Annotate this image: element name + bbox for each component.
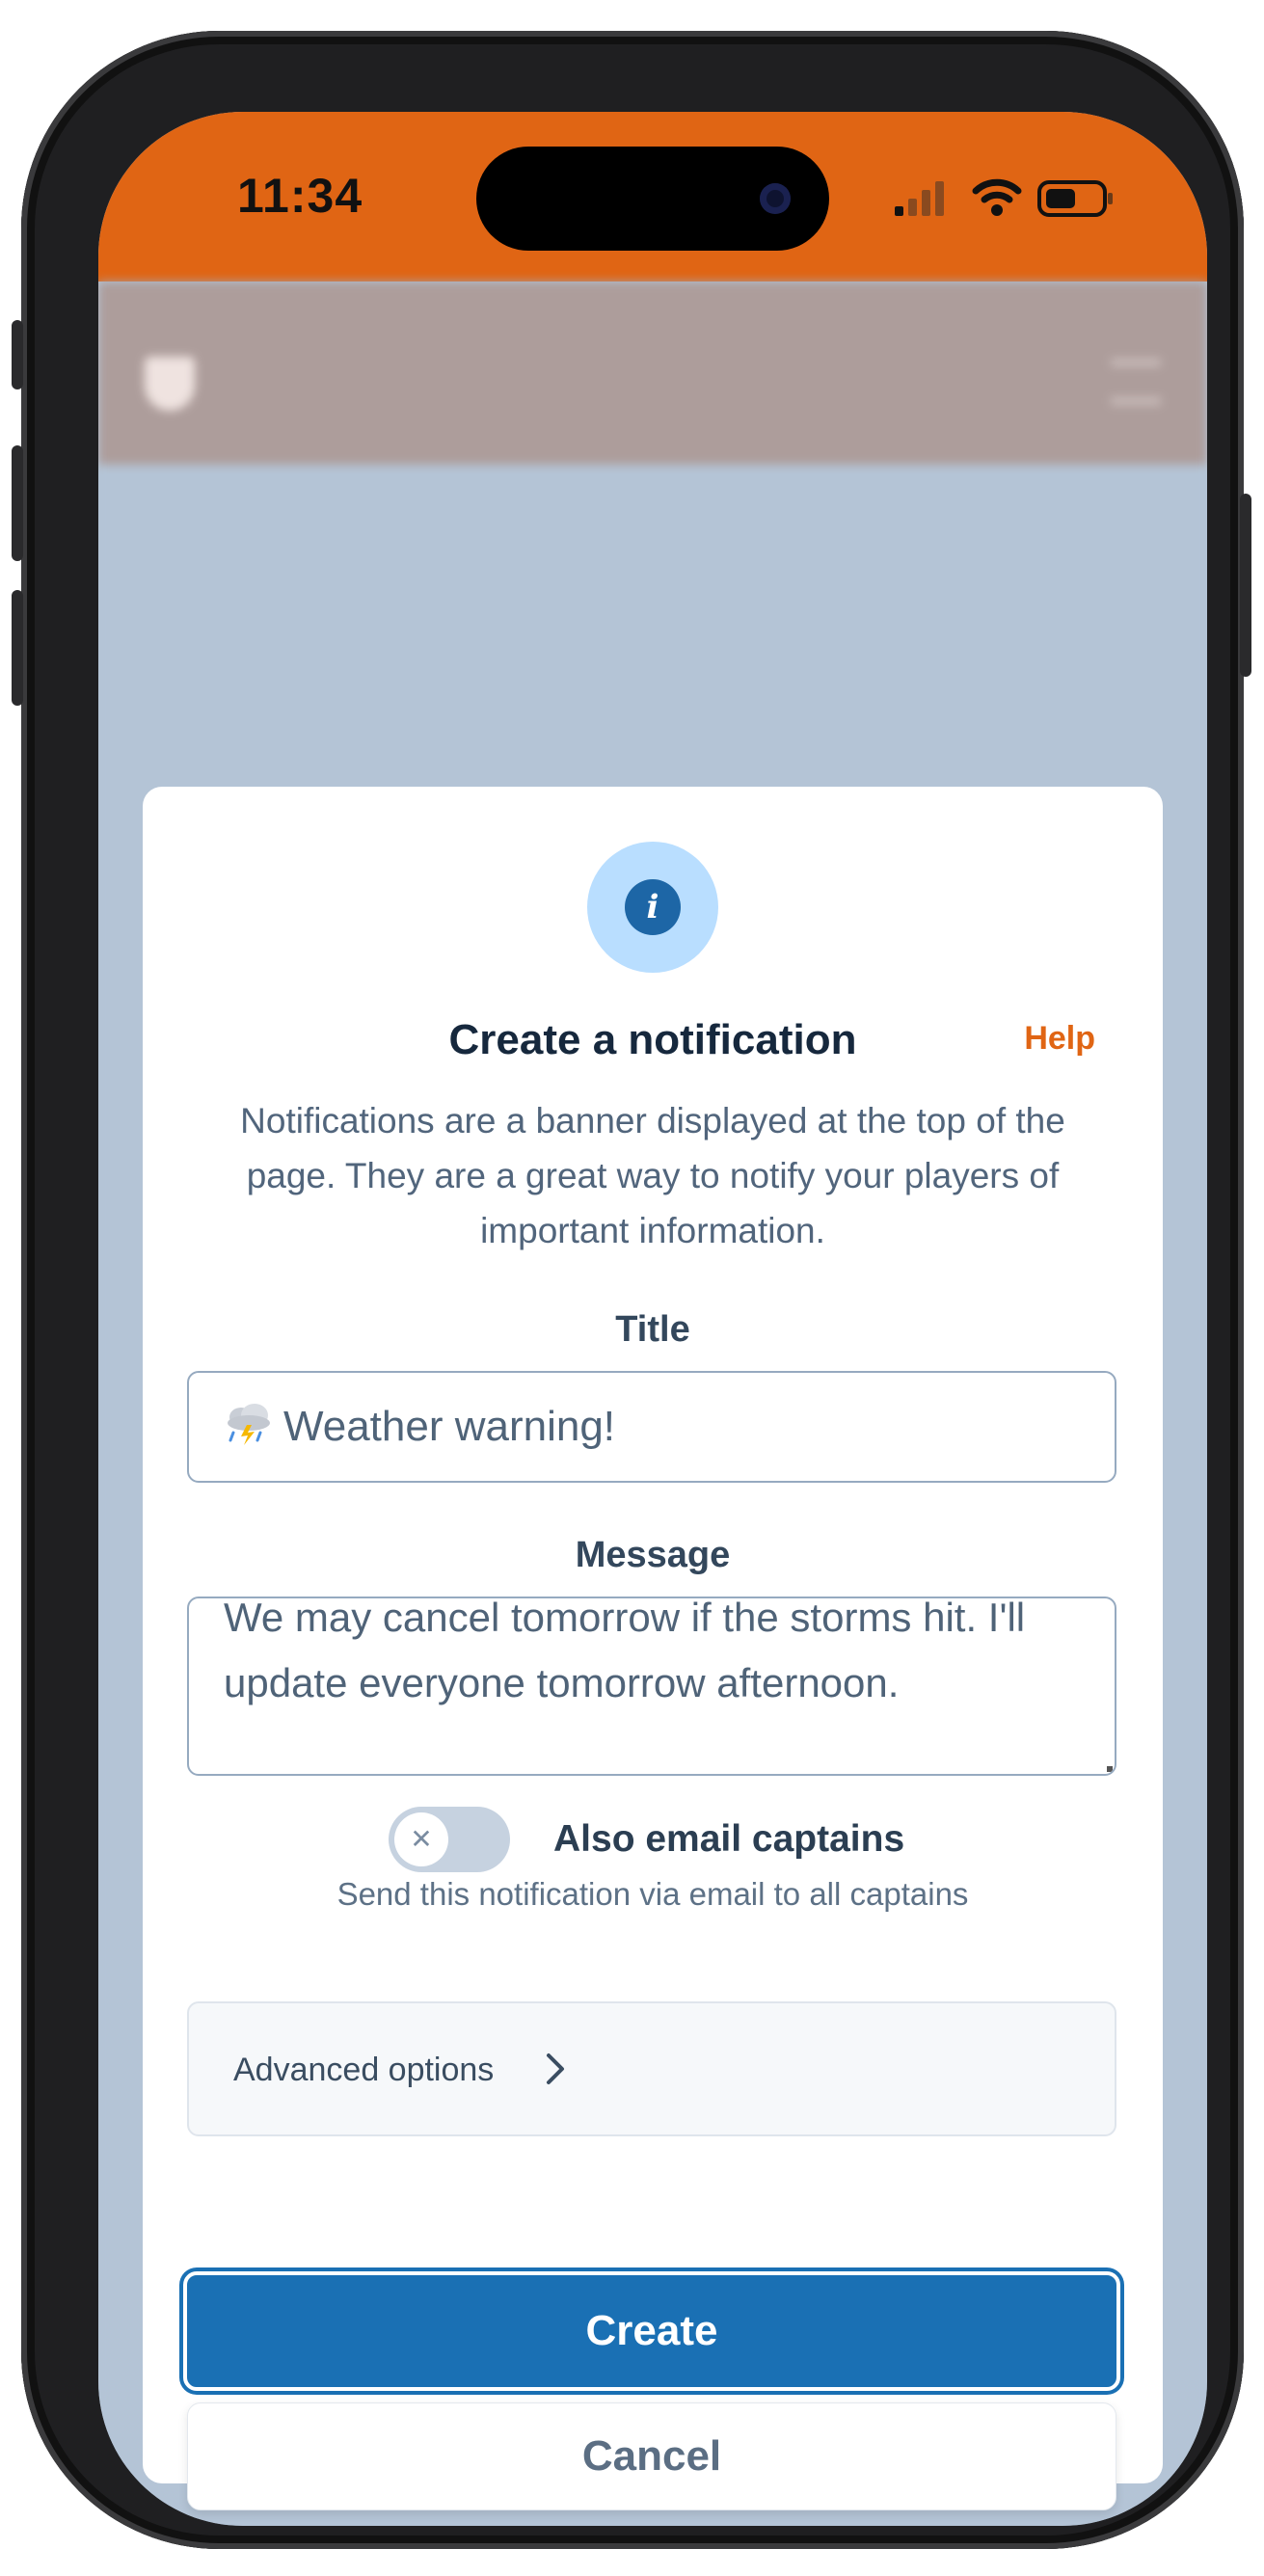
background-header — [98, 282, 1207, 465]
thunderstorm-emoji-icon — [228, 1404, 270, 1445]
title-field-label: Title — [615, 1309, 690, 1350]
message-field-label: Message — [575, 1535, 731, 1575]
message-textarea[interactable]: We may cancel tomorrow if the storms hit… — [187, 1597, 1116, 1776]
status-bar: 11:34 — [98, 112, 1207, 282]
menu-icon — [1111, 359, 1161, 405]
cellular-signal-icon — [895, 181, 944, 216]
info-icon: i — [625, 879, 681, 935]
phone-frame: 11:34 i Create a notification Help Notif… — [12, 31, 1251, 2549]
front-camera-icon — [760, 183, 791, 214]
advanced-options-disclosure[interactable]: Advanced options — [187, 2001, 1116, 2136]
wifi-icon — [972, 178, 1022, 216]
email-captains-label[interactable]: Also email captains — [553, 1818, 904, 1861]
status-time: 11:34 — [237, 169, 363, 223]
modal-description: Notifications are a banner displayed at … — [240, 1101, 1065, 1250]
power-button — [1240, 494, 1251, 677]
email-captains-help: Send this notification via email to all … — [336, 1876, 969, 1912]
title-input-text: Weather warning! — [283, 1403, 616, 1450]
action-button — [12, 320, 23, 389]
shield-logo-icon — [145, 357, 195, 411]
create-notification-modal: i Create a notification Help Notificatio… — [143, 787, 1163, 2510]
cancel-button[interactable]: Cancel — [187, 2402, 1116, 2510]
create-button[interactable]: Create — [183, 2271, 1120, 2391]
resize-grip-icon[interactable] — [1107, 1766, 1113, 1772]
help-link[interactable]: Help — [1024, 1020, 1095, 1058]
dynamic-island — [476, 147, 829, 251]
chevron-right-icon — [547, 2053, 564, 2084]
phone-screen: 11:34 i Create a notification Help Notif… — [98, 112, 1207, 2526]
modal-title: Create a notification — [448, 1016, 857, 1063]
title-input-value: Weather warning! — [224, 1402, 615, 1451]
email-captains-toggle[interactable]: ✕ — [389, 1807, 510, 1872]
toggle-off-x-icon: ✕ — [394, 1812, 448, 1866]
advanced-options-label: Advanced options — [233, 2052, 495, 2088]
message-textarea-value: We may cancel tomorrow if the storms hit… — [224, 1597, 1026, 1705]
info-icon-badge: i — [587, 842, 718, 973]
battery-icon — [1037, 180, 1113, 217]
volume-up-button — [12, 445, 23, 561]
volume-down-button — [12, 590, 23, 706]
title-input[interactable]: Weather warning! — [187, 1371, 1116, 1483]
